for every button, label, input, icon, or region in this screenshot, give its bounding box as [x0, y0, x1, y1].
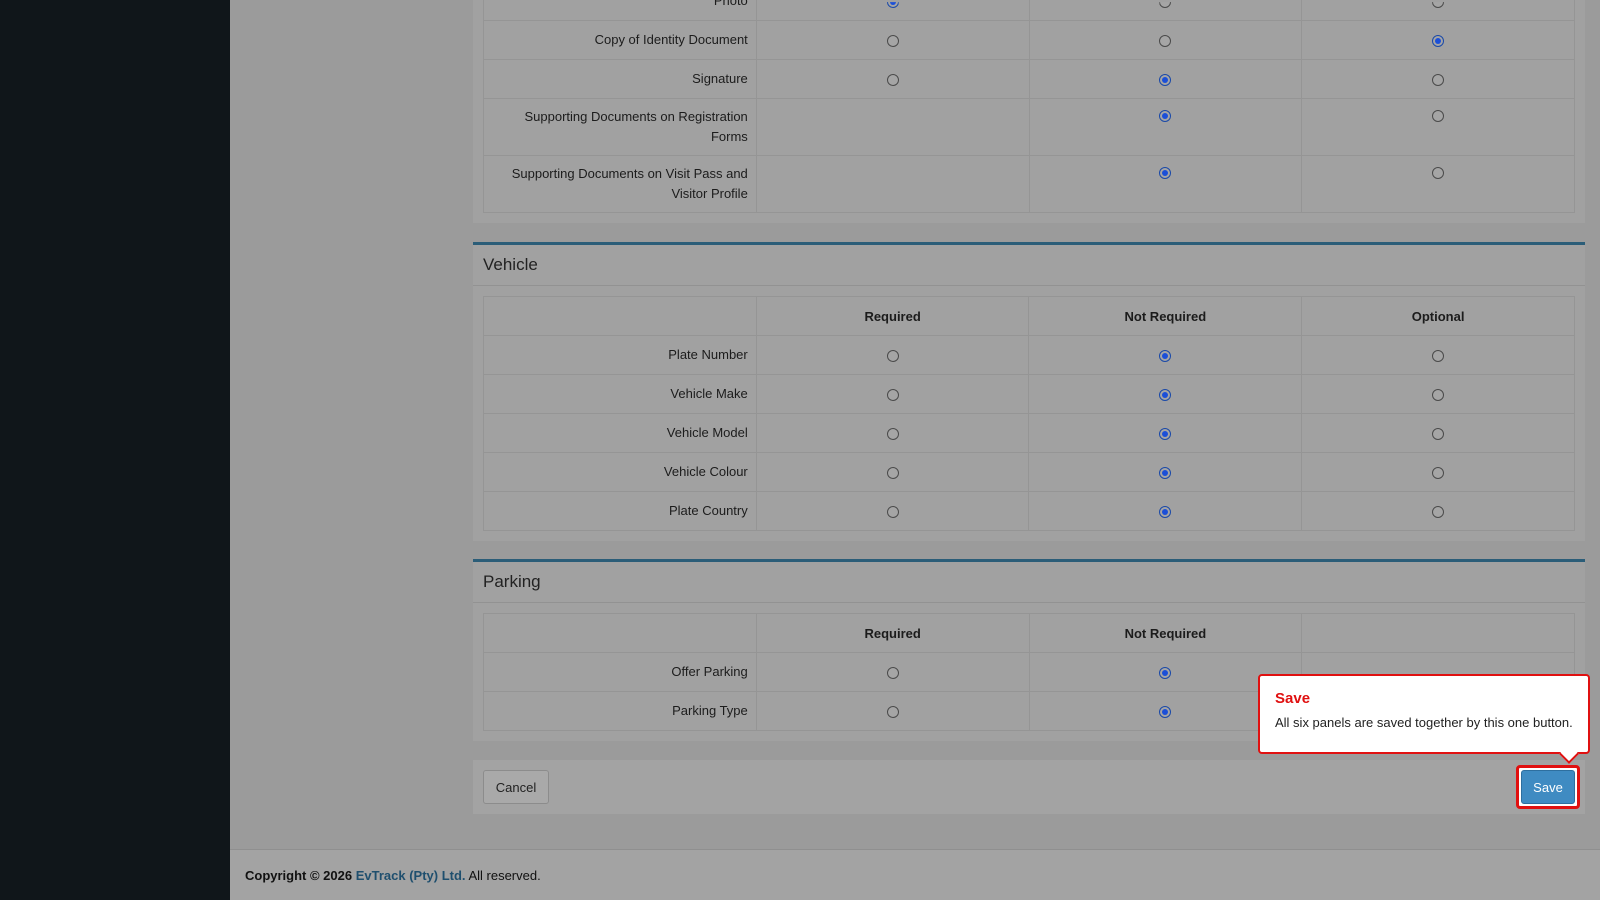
column-header-not-required: Not Required — [1028, 613, 1303, 653]
column-header-required: Required — [755, 296, 1030, 336]
company-link[interactable]: EvTrack (Pty) Ltd. — [356, 868, 466, 883]
table-row: Signature — [483, 59, 1575, 99]
table-row: Photo — [483, 0, 1575, 21]
table-row: Supporting Documents on Registration For… — [483, 98, 1575, 156]
required-radio[interactable] — [886, 428, 899, 441]
required-radio[interactable] — [886, 506, 899, 519]
optional-radio[interactable] — [1432, 74, 1445, 87]
column-header-required: Required — [755, 613, 1030, 653]
table-row: Plate Number — [483, 335, 1575, 375]
row-label: Copy of Identity Document — [483, 20, 757, 60]
required-radio[interactable] — [886, 389, 899, 402]
not-required-radio[interactable] — [1159, 166, 1172, 179]
required-radio[interactable] — [886, 74, 899, 87]
save-button[interactable]: Save — [1521, 770, 1575, 804]
required-radio[interactable] — [886, 467, 899, 480]
required-radio[interactable] — [886, 706, 899, 719]
optional-radio[interactable] — [1432, 428, 1445, 441]
row-label: Vehicle Colour — [483, 452, 757, 492]
row-label: Supporting Documents on Registration For… — [483, 98, 757, 156]
table-row: Vehicle Make — [483, 374, 1575, 414]
optional-radio[interactable] — [1432, 2, 1445, 9]
optional-radio[interactable] — [1432, 467, 1445, 480]
not-required-radio[interactable] — [1159, 109, 1172, 122]
not-required-radio[interactable] — [1159, 35, 1172, 48]
table-row: Supporting Documents on Visit Pass and V… — [483, 155, 1575, 213]
cancel-button[interactable]: Cancel — [483, 770, 549, 804]
not-required-radio[interactable] — [1159, 350, 1172, 363]
table-row: Copy of Identity Document — [483, 20, 1575, 60]
not-required-radio[interactable] — [1159, 667, 1172, 680]
form-actions: Cancel Save — [473, 760, 1585, 814]
optional-radio[interactable] — [1432, 35, 1445, 48]
not-required-radio[interactable] — [1159, 467, 1172, 480]
table-row: Vehicle Model — [483, 413, 1575, 453]
row-label: Parking Type — [483, 691, 757, 731]
tooltip-title: Save — [1275, 690, 1311, 707]
not-required-radio[interactable] — [1159, 74, 1172, 87]
table-row: Plate Country — [483, 491, 1575, 531]
row-label: Vehicle Model — [483, 413, 757, 453]
sidebar — [0, 0, 230, 900]
required-radio[interactable] — [886, 35, 899, 48]
documents-table: Photo Copy of Identity Document Signatur… — [483, 0, 1575, 213]
save-button-highlight: Save — [1516, 765, 1580, 809]
required-radio[interactable] — [886, 2, 899, 9]
row-label: Signature — [483, 59, 757, 99]
save-tooltip: Save All six panels are saved together b… — [1258, 674, 1590, 764]
required-radio[interactable] — [886, 667, 899, 680]
not-required-radio[interactable] — [1159, 389, 1172, 402]
rights-text: All reserved. — [468, 868, 541, 883]
row-label: Offer Parking — [483, 652, 757, 692]
optional-radio[interactable] — [1432, 506, 1445, 519]
table-header-row: Required Not Required — [483, 613, 1575, 653]
footer: Copyright © 2026 EvTrack (Pty) Ltd. All … — [230, 849, 1600, 900]
panel-title: Parking — [473, 562, 1585, 603]
row-label: Vehicle Make — [483, 374, 757, 414]
row-label: Plate Country — [483, 491, 757, 531]
column-header-not-required: Not Required — [1028, 296, 1303, 336]
not-required-radio[interactable] — [1159, 506, 1172, 519]
optional-radio[interactable] — [1432, 109, 1445, 122]
optional-radio[interactable] — [1432, 389, 1445, 402]
vehicle-panel: Vehicle Required Not Required Optional P… — [473, 242, 1585, 541]
not-required-radio[interactable] — [1159, 2, 1172, 9]
table-header-row: Required Not Required Optional — [483, 296, 1575, 336]
table-row: Vehicle Colour — [483, 452, 1575, 492]
tooltip-body: All six panels are saved together by thi… — [1275, 715, 1573, 730]
not-required-radio[interactable] — [1159, 706, 1172, 719]
column-header-optional: Optional — [1301, 296, 1575, 336]
copyright-text: Copyright © 2026 — [245, 868, 353, 883]
not-required-radio[interactable] — [1159, 428, 1172, 441]
optional-radio[interactable] — [1432, 166, 1445, 179]
row-label: Supporting Documents on Visit Pass and V… — [483, 155, 757, 213]
row-label: Photo — [483, 0, 757, 21]
panel-title: Vehicle — [473, 245, 1585, 286]
vehicle-table: Required Not Required Optional Plate Num… — [483, 296, 1575, 531]
required-radio[interactable] — [886, 350, 899, 363]
row-label: Plate Number — [483, 335, 757, 375]
optional-radio[interactable] — [1432, 350, 1445, 363]
documents-panel: Photo Copy of Identity Document Signatur… — [473, 0, 1585, 223]
